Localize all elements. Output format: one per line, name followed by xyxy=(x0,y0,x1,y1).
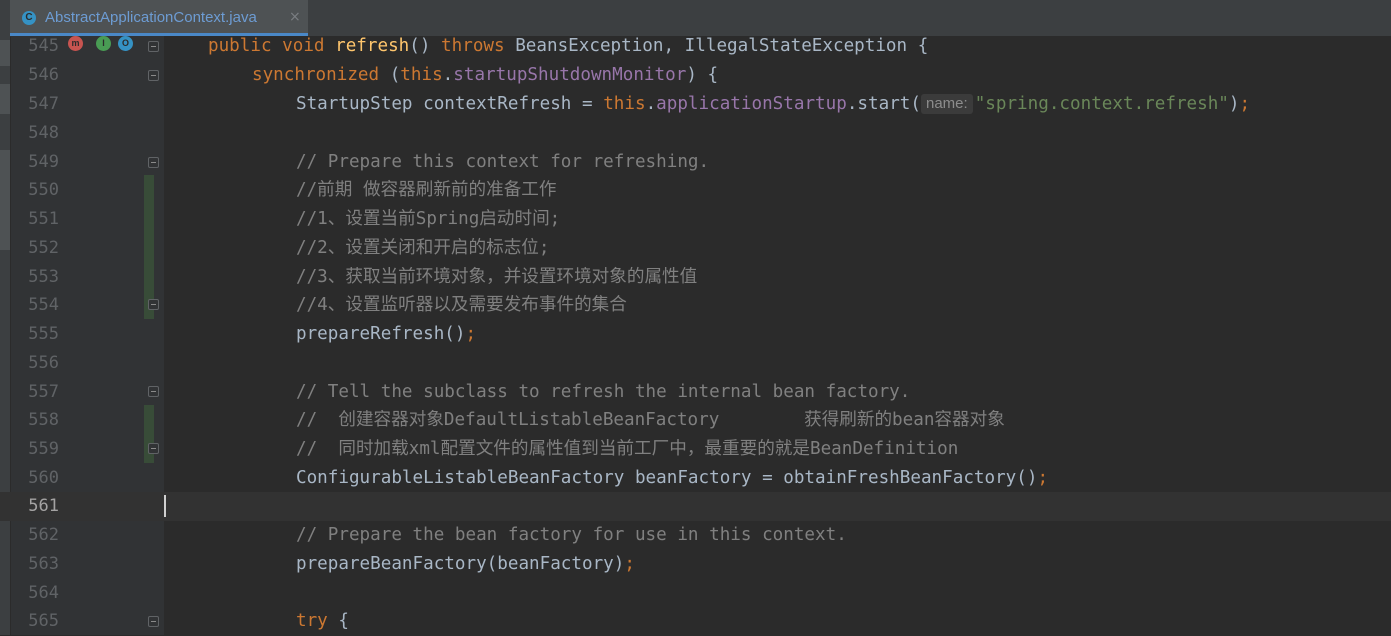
code-line: 556 xyxy=(0,349,1391,378)
line-number: 545 xyxy=(28,36,59,56)
line-number: 549 xyxy=(28,152,59,172)
line-number: 556 xyxy=(28,353,59,373)
code-line: 562 // Prepare the bean factory for use … xyxy=(0,521,1391,550)
line-number: 551 xyxy=(28,209,59,229)
line-number: 563 xyxy=(28,554,59,574)
line-number: 558 xyxy=(28,410,59,430)
code-line: 546 synchronized (this.startupShutdownMo… xyxy=(0,61,1391,90)
line-number: 564 xyxy=(28,583,59,603)
code-line: 549 // Prepare this context for refreshi… xyxy=(0,148,1391,177)
code-line: 559 // 同时加载xml配置文件的属性值到当前工厂中，最重要的就是BeanD… xyxy=(0,435,1391,464)
comment-text: //3、获取当前环境对象，并设置环境对象的属性值 xyxy=(296,267,698,287)
code-line: 553 //3、获取当前环境对象，并设置环境对象的属性值 xyxy=(0,263,1391,292)
java-class-icon: C xyxy=(22,11,36,25)
line-number: 554 xyxy=(28,295,59,315)
code-text: prepareRefresh(); xyxy=(296,324,477,344)
line-number: 560 xyxy=(28,468,59,488)
tab-title: AbstractApplicationContext.java xyxy=(45,9,257,26)
comment-text: //2、设置关闭和开启的标志位; xyxy=(296,238,550,258)
code-line: 563 prepareBeanFactory(beanFactory); xyxy=(0,550,1391,579)
fold-end-icon[interactable] xyxy=(148,443,159,454)
code-text: synchronized (this.startupShutdownMonito… xyxy=(252,65,719,85)
comment-text: // Tell the subclass to refresh the inte… xyxy=(296,382,911,402)
code-text: try { xyxy=(296,611,349,631)
code-text: ConfigurableListableBeanFactory beanFact… xyxy=(296,468,1049,488)
code-line: 548 xyxy=(0,119,1391,148)
comment-text: // 同时加载xml配置文件的属性值到当前工厂中，最重要的就是BeanDefin… xyxy=(296,439,959,459)
code-line: 550 //前期 做容器刷新前的准备工作 xyxy=(0,176,1391,205)
code-line: 555 prepareRefresh(); xyxy=(0,320,1391,349)
line-number: 561 xyxy=(28,496,59,516)
code-line: 558 // 创建容器对象DefaultListableBeanFactory … xyxy=(0,406,1391,435)
parameter-hint: name: xyxy=(920,94,973,114)
code-text: prepareBeanFactory(beanFactory); xyxy=(296,554,635,574)
line-number: 562 xyxy=(28,525,59,545)
code-line: 565 try { xyxy=(0,607,1391,636)
fold-toggle-icon[interactable] xyxy=(148,386,159,397)
current-code-line: 561 xyxy=(0,492,1391,521)
code-line: 545 public void refresh() throws BeansEx… xyxy=(0,32,1391,61)
line-number: 548 xyxy=(28,123,59,143)
code-line: 552 //2、设置关闭和开启的标志位; xyxy=(0,234,1391,263)
line-number: 555 xyxy=(28,324,59,344)
code-text: public void refresh() throws BeansExcept… xyxy=(208,36,929,56)
code-line: 547 StartupStep contextRefresh = this.ap… xyxy=(0,90,1391,119)
line-number: 565 xyxy=(28,611,59,631)
line-number: 557 xyxy=(28,382,59,402)
code-line: 560 ConfigurableListableBeanFactory bean… xyxy=(0,464,1391,493)
line-number: 546 xyxy=(28,65,59,85)
code-line: 557 // Tell the subclass to refresh the … xyxy=(0,378,1391,407)
comment-text: //前期 做容器刷新前的准备工作 xyxy=(296,180,557,200)
comment-text: // Prepare the bean factory for use in t… xyxy=(296,525,847,545)
code-line: 554 //4、设置监听器以及需要发布事件的集合 xyxy=(0,291,1391,320)
fold-toggle-icon[interactable] xyxy=(148,157,159,168)
fold-end-icon[interactable] xyxy=(148,299,159,310)
comment-text: //4、设置监听器以及需要发布事件的集合 xyxy=(296,295,627,315)
code-line: 564 xyxy=(0,579,1391,608)
close-icon[interactable]: × xyxy=(289,9,301,25)
line-number: 547 xyxy=(28,94,59,114)
fold-toggle-icon[interactable] xyxy=(148,70,159,81)
code-line: 551 //1、设置当前Spring启动时间; xyxy=(0,205,1391,234)
line-number: 552 xyxy=(28,238,59,258)
comment-text: // Prepare this context for refreshing. xyxy=(296,152,710,172)
fold-toggle-icon[interactable] xyxy=(148,41,159,52)
comment-text: // 创建容器对象DefaultListableBeanFactory 获得刷新… xyxy=(296,410,1005,430)
editor-tab-abstract-application-context[interactable]: C AbstractApplicationContext.java × xyxy=(10,0,308,36)
line-number: 559 xyxy=(28,439,59,459)
fold-toggle-icon[interactable] xyxy=(148,616,159,627)
text-caret xyxy=(164,495,166,517)
line-number: 553 xyxy=(28,267,59,287)
code-text: StartupStep contextRefresh = this.applic… xyxy=(296,94,1251,114)
line-number: 550 xyxy=(28,180,59,200)
comment-text: //1、设置当前Spring启动时间; xyxy=(296,209,561,229)
